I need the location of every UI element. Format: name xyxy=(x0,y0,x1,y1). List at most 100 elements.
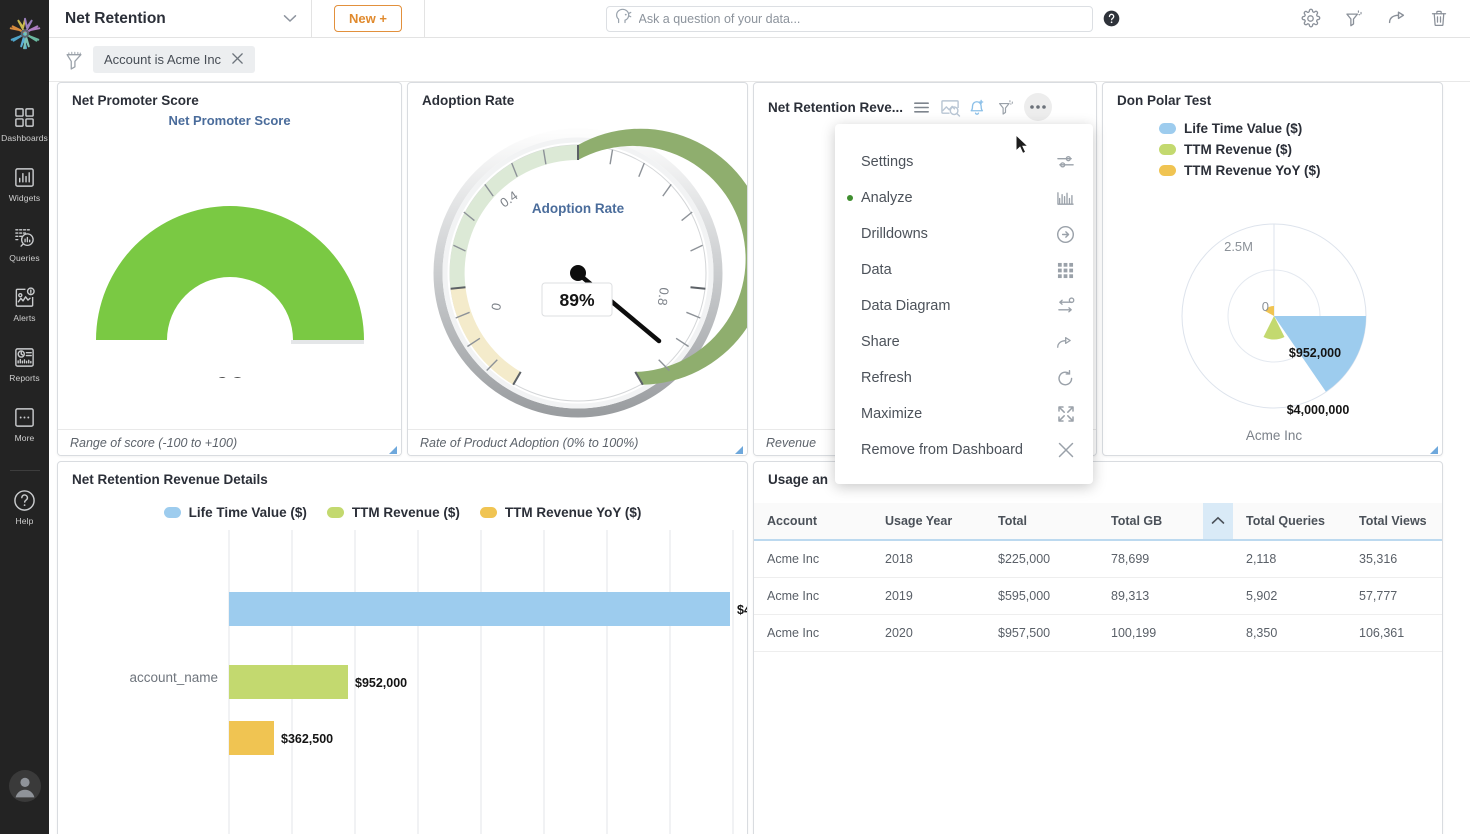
search-container[interactable] xyxy=(605,5,1093,32)
sidebar-nav: Dashboards Widgets Queries Alerts Report… xyxy=(0,104,49,547)
settings-icon[interactable] xyxy=(1300,8,1321,29)
col-total[interactable]: Total xyxy=(985,503,1098,541)
legend-swatch xyxy=(163,507,181,518)
filter-sparkle-icon[interactable] xyxy=(1343,8,1364,29)
context-menu-item-share[interactable]: Share xyxy=(835,324,1093,360)
polar-tick-0: 0 xyxy=(1262,299,1269,314)
list-lines-icon[interactable] xyxy=(912,98,931,117)
left-sidebar: Dashboards Widgets Queries Alerts Report… xyxy=(0,0,49,834)
cell-queries: 2,118 xyxy=(1233,540,1346,578)
bar-chart-icon xyxy=(1056,189,1075,208)
resize-grip[interactable] xyxy=(734,442,744,454)
search-help-icon[interactable] xyxy=(1103,10,1120,27)
search-input[interactable] xyxy=(638,11,1084,26)
sidebar-item-help[interactable]: Help xyxy=(0,487,49,526)
widget-adoption-rate[interactable]: Adoption Rate 0 0.4 0.8 Adoption Rate 89… xyxy=(407,82,748,456)
resize-grip[interactable] xyxy=(1429,442,1439,454)
legend-item[interactable]: TTM Revenue ($) xyxy=(1159,142,1292,157)
sort-indicator-cell[interactable] xyxy=(1203,503,1233,541)
new-button[interactable]: New + xyxy=(334,5,402,32)
avatar[interactable] xyxy=(8,769,42,808)
sidebar-item-more[interactable]: More xyxy=(0,404,49,443)
context-menu-item-analyze[interactable]: Analyze xyxy=(835,180,1093,216)
grid-dots-icon xyxy=(1056,261,1075,280)
sidebar-item-dashboards[interactable]: Dashboards xyxy=(0,104,49,143)
cell-account: Acme Inc xyxy=(754,577,872,615)
table-row[interactable]: Acme Inc 2020 $957,500 100,199 8,350 106… xyxy=(754,614,1442,652)
context-menu-item-data[interactable]: Data xyxy=(835,252,1093,288)
widget-more-dots-icon[interactable] xyxy=(1024,93,1053,121)
help-circle-icon xyxy=(12,487,38,513)
table-row[interactable]: Acme Inc 2018 $225,000 78,699 2,118 35,3… xyxy=(754,540,1442,578)
sidebar-item-queries[interactable]: Queries xyxy=(0,224,49,263)
context-menu-item-refresh[interactable]: Refresh xyxy=(835,360,1093,396)
share-arrow-icon xyxy=(1056,333,1075,352)
maximize-icon xyxy=(1056,405,1075,424)
legend-item[interactable]: Life Time Value ($) xyxy=(1159,121,1302,136)
context-menu-item-data-diagram[interactable]: Data Diagram xyxy=(835,288,1093,324)
polar-tick-2_5m: 2.5M xyxy=(1224,239,1253,254)
cell-year: 2020 xyxy=(872,614,985,652)
context-menu-item-remove-from-dashboard[interactable]: Remove from Dashboard xyxy=(835,432,1093,468)
widget-net-retention-revenue-details[interactable]: Net Retention Revenue Details Life Time … xyxy=(57,461,748,834)
filter-chip-label: Account is Acme Inc xyxy=(104,52,222,67)
legend-item[interactable]: TTM Revenue ($) xyxy=(326,505,460,520)
polar-category-label: Acme Inc xyxy=(1246,428,1303,443)
chevron-up-icon xyxy=(1211,514,1225,528)
cell-total: $957,500 xyxy=(985,614,1098,652)
col-account[interactable]: Account xyxy=(754,503,872,541)
table-row[interactable]: Acme Inc 2019 $595,000 89,313 5,902 57,7… xyxy=(754,577,1442,615)
widget-net-promoter-score[interactable]: Net Promoter Score Net Promoter Score 98… xyxy=(57,82,402,456)
funnel-icon[interactable] xyxy=(63,49,85,71)
dashboard-title-selector[interactable]: Net Retention xyxy=(49,0,312,37)
context-menu-item-maximize[interactable]: Maximize xyxy=(835,396,1093,432)
legend-swatch xyxy=(479,507,497,518)
resize-grip[interactable] xyxy=(388,442,398,454)
widget-don-polar-test[interactable]: Don Polar Test Life Time Value ($) TTM R… xyxy=(1102,82,1443,456)
table-header-row: Account Usage Year Total Total GB Total … xyxy=(754,503,1442,541)
filter-sparkle-icon[interactable] xyxy=(996,98,1015,117)
col-usage-year[interactable]: Usage Year xyxy=(872,503,985,541)
close-icon[interactable] xyxy=(231,52,244,67)
col-total-queries[interactable]: Total Queries xyxy=(1233,503,1346,541)
legend-item[interactable]: TTM Revenue YoY ($) xyxy=(479,505,642,520)
main-area: Net Retention New + Ask a question of yo… xyxy=(49,0,1470,834)
sidebar-item-reports[interactable]: Reports xyxy=(0,344,49,383)
col-total-views[interactable]: Total Views xyxy=(1346,503,1442,541)
legend-label: TTM Revenue YoY ($) xyxy=(504,505,642,520)
widget-footer: Rate of Product Adoption (0% to 100%) xyxy=(408,429,747,455)
star-burst-logo-icon xyxy=(9,17,40,50)
bell-plus-icon[interactable] xyxy=(968,98,987,117)
context-menu-label: Data xyxy=(861,262,892,278)
top-actions xyxy=(1300,0,1470,37)
ask-head-icon xyxy=(615,8,632,29)
context-menu-item-settings[interactable]: Settings xyxy=(835,144,1093,180)
widget-header: Don Polar Test xyxy=(1103,83,1442,112)
cell-gb: 78,699 xyxy=(1098,540,1203,578)
legend-item[interactable]: TTM Revenue YoY ($) xyxy=(1159,163,1321,178)
cell-year: 2018 xyxy=(872,540,985,578)
filter-chip[interactable]: Account is Acme Inc xyxy=(93,46,256,73)
bar-label-yoy: $362,500 xyxy=(281,732,333,746)
col-total-gb[interactable]: Total GB xyxy=(1098,503,1203,541)
cell-year: 2019 xyxy=(872,577,985,615)
cell-account: Acme Inc xyxy=(754,614,872,652)
widget-context-menu[interactable]: Settings Analyze Drilldowns Data Data Di… xyxy=(835,124,1093,484)
new-button-container: New + xyxy=(312,0,425,37)
dashboards-grid-icon xyxy=(12,104,38,130)
cell-queries: 8,350 xyxy=(1233,614,1346,652)
trash-icon[interactable] xyxy=(1429,8,1450,29)
sidebar-item-alerts[interactable]: Alerts xyxy=(0,284,49,323)
sidebar-item-widgets[interactable]: Widgets xyxy=(0,164,49,203)
app-logo[interactable] xyxy=(3,12,47,56)
share-arrow-icon[interactable] xyxy=(1386,8,1407,29)
context-menu-item-drilldowns[interactable]: Drilldowns xyxy=(835,216,1093,252)
widget-title: Net Retention Revenue Details xyxy=(72,472,268,487)
legend-item[interactable]: Life Time Value ($) xyxy=(163,505,307,520)
sidebar-item-label: More xyxy=(14,433,35,443)
legend-swatch xyxy=(326,507,344,518)
image-search-icon[interactable] xyxy=(940,98,961,117)
close-icon xyxy=(1056,441,1075,460)
search-zone xyxy=(425,0,1300,37)
widget-usage-table[interactable]: Usage an Account Usage Year Total Total … xyxy=(753,461,1443,834)
